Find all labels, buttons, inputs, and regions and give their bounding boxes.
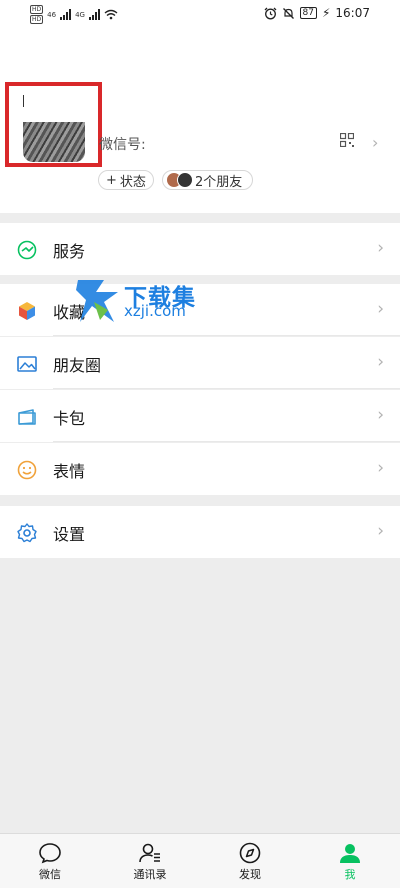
signal-icon — [88, 9, 100, 20]
tab-label: 微信 — [39, 868, 61, 881]
moments-picture-icon — [17, 356, 37, 372]
tab-label: 发现 — [239, 868, 261, 881]
friend-avatar — [177, 172, 193, 188]
mute-bell-icon — [282, 7, 294, 19]
discover-icon — [239, 842, 261, 864]
favorites-cube-icon — [19, 302, 35, 320]
status-left: HD HD 46 4G — [30, 5, 118, 24]
network-type-1: 46 — [47, 10, 57, 19]
contacts-icon — [139, 843, 160, 863]
chevron-right-icon: › — [372, 133, 379, 152]
me-icon — [340, 844, 360, 863]
menu-label: 表情 — [53, 462, 86, 481]
tab-discover[interactable]: 发现 — [215, 842, 285, 882]
menu-item-stickers[interactable]: 表情 › — [0, 443, 400, 495]
service-icon — [17, 240, 37, 260]
divider — [53, 388, 400, 389]
bottom-tab-bar: 微信 通讯录 发现 我 — [0, 833, 400, 888]
wechat-id-label: 微信号: — [99, 137, 146, 153]
menu-label: 设置 — [53, 525, 86, 544]
clock: 16:07 — [335, 6, 370, 20]
alarm-icon — [264, 7, 276, 19]
card-wallet-icon — [18, 409, 36, 425]
chevron-right-icon: › — [377, 299, 384, 319]
chat-icon — [39, 843, 61, 864]
hd-badge: HD — [30, 15, 44, 24]
friends-chip[interactable]: 2个朋友 — [162, 170, 253, 190]
network-type-2: 4G — [75, 10, 85, 19]
menu-item-settings[interactable]: 设置 › — [0, 506, 400, 558]
friends-chip-label: 2个朋友 — [195, 174, 243, 190]
tab-me[interactable]: 我 — [315, 842, 385, 882]
tab-chats[interactable]: 微信 — [15, 842, 85, 882]
qr-code-icon[interactable] — [340, 133, 354, 147]
menu-label: 卡包 — [53, 409, 86, 428]
divider — [53, 441, 400, 442]
status-right: 87 ⚡ 16:07 — [264, 6, 370, 20]
highlight-box — [5, 82, 102, 167]
menu-item-cards[interactable]: 卡包 › — [0, 390, 400, 442]
gear-icon — [17, 523, 37, 543]
tab-contacts[interactable]: 通讯录 — [115, 842, 185, 882]
chevron-right-icon: › — [377, 405, 384, 425]
tab-label: 通讯录 — [133, 868, 167, 881]
menu-item-moments[interactable]: 朋友圈 › — [0, 337, 400, 389]
hd-badge: HD — [30, 5, 44, 14]
menu-item-service[interactable]: 服务 › — [0, 223, 400, 275]
status-chip-label: 状态 — [119, 174, 146, 190]
tab-label: 我 — [344, 868, 356, 881]
chevron-right-icon: › — [377, 458, 384, 478]
menu-label: 朋友圈 — [53, 356, 102, 375]
chevron-right-icon: › — [377, 352, 384, 372]
wifi-icon — [104, 9, 118, 20]
add-status-button[interactable]: + 状态 — [98, 170, 154, 190]
hd-badges: HD HD — [30, 5, 44, 24]
status-bar: HD HD 46 4G 87 ⚡ 16:07 — [0, 0, 400, 28]
plus-icon: + — [106, 172, 117, 188]
battery-icon: 87 — [299, 7, 317, 19]
divider — [53, 335, 400, 336]
charging-icon: ⚡ — [321, 6, 331, 20]
chevron-right-icon: › — [377, 521, 384, 541]
menu-label: 服务 — [53, 242, 86, 261]
chevron-right-icon: › — [377, 238, 384, 258]
smiley-icon — [17, 460, 37, 480]
signal-icon — [60, 9, 72, 20]
watermark-url: xzji.com — [124, 302, 186, 320]
